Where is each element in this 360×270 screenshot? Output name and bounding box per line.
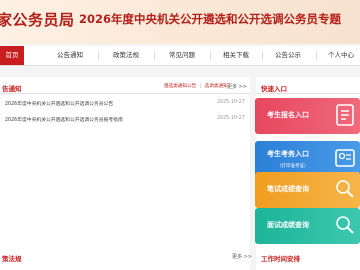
quick-entry-label: 考生报名入口 <box>267 111 309 119</box>
filter-separator: | <box>199 84 202 89</box>
news-date: 2025-10-27 <box>217 100 245 105</box>
list-item[interactable]: 2026年度中央机关公开遴选和公开选调公务员报考指南 2025-10-27 <box>5 116 245 123</box>
notices-filter-links: 遴选类通知公告 | 选调类通知 <box>164 83 228 89</box>
site-logo[interactable]: 家公务员局 <box>0 9 75 30</box>
interview-score-entry-button[interactable]: 面试成绩查询 <box>255 208 360 244</box>
interview-search-icon <box>336 216 354 234</box>
nav-divider <box>210 51 211 60</box>
nav-item-home[interactable]: 首页 <box>0 46 24 65</box>
nav-divider <box>98 51 99 60</box>
news-date: 2025-10-27 <box>217 116 245 121</box>
nav-item-faq[interactable]: 常见问题 <box>164 46 200 65</box>
quick-entry-label: 面试成绩查询 <box>267 221 309 229</box>
nav-item-policy[interactable]: 政策法规 <box>108 46 144 65</box>
registration-form-icon <box>336 104 354 126</box>
quick-entry-sub-label: （打印准考证） <box>277 164 309 169</box>
score-search-icon <box>336 180 354 198</box>
admission-ticket-icon <box>335 149 355 167</box>
main-nav: 首页 公告通知 政策法规 常见问题 相关下载 公告公示 个人中心 <box>0 46 360 66</box>
nav-item-announcements[interactable]: 公告公示 <box>270 46 306 65</box>
news-title[interactable]: 2026年度中央机关公开遴选和公开选调公务员报考指南 <box>5 118 123 123</box>
quick-entry-title: 快速入口 <box>261 85 287 93</box>
filter-link-transfer[interactable]: 选调类通知 <box>205 84 228 89</box>
policy-section-title: 策法规 <box>2 255 22 263</box>
notices-more-link[interactable]: 更多 >> <box>227 83 247 90</box>
schedule-section-title: 工作时间安排 <box>261 255 300 263</box>
register-entry-button[interactable]: 考生报名入口 <box>255 98 360 134</box>
page-title: 2026年度中央机关公开遴选和公开选调公务员专题 <box>79 12 342 26</box>
nav-divider <box>262 51 263 60</box>
written-score-entry-button[interactable]: 笔试成绩查询 <box>255 172 360 208</box>
nav-divider <box>316 51 317 60</box>
section-divider <box>0 93 250 94</box>
nav-item-downloads[interactable]: 相关下载 <box>218 46 254 65</box>
filter-link-selection[interactable]: 遴选类通知公告 <box>164 84 196 89</box>
nav-item-notices[interactable]: 公告通知 <box>52 46 88 65</box>
quick-entry-label: 考生考务入口 <box>267 150 309 158</box>
policy-panel <box>0 250 250 270</box>
policy-more-link[interactable]: 更多 >> <box>232 253 252 260</box>
nav-item-personal-center[interactable]: 个人中心 <box>328 46 360 65</box>
quick-entry-label: 笔试成绩查询 <box>267 185 309 193</box>
nav-divider <box>154 51 155 60</box>
list-item[interactable]: 2026年度中央机关公开遴选和公开选调公务员公告 2025-10-27 <box>5 100 245 107</box>
news-title[interactable]: 2026年度中央机关公开遴选和公开选调公务员公告 <box>5 102 113 107</box>
notices-section-title: 告通知 <box>2 85 22 93</box>
section-divider <box>256 93 360 94</box>
header-banner: 家公务员局 2026年度中央机关公开遴选和公开选调公务员专题 <box>0 0 360 44</box>
